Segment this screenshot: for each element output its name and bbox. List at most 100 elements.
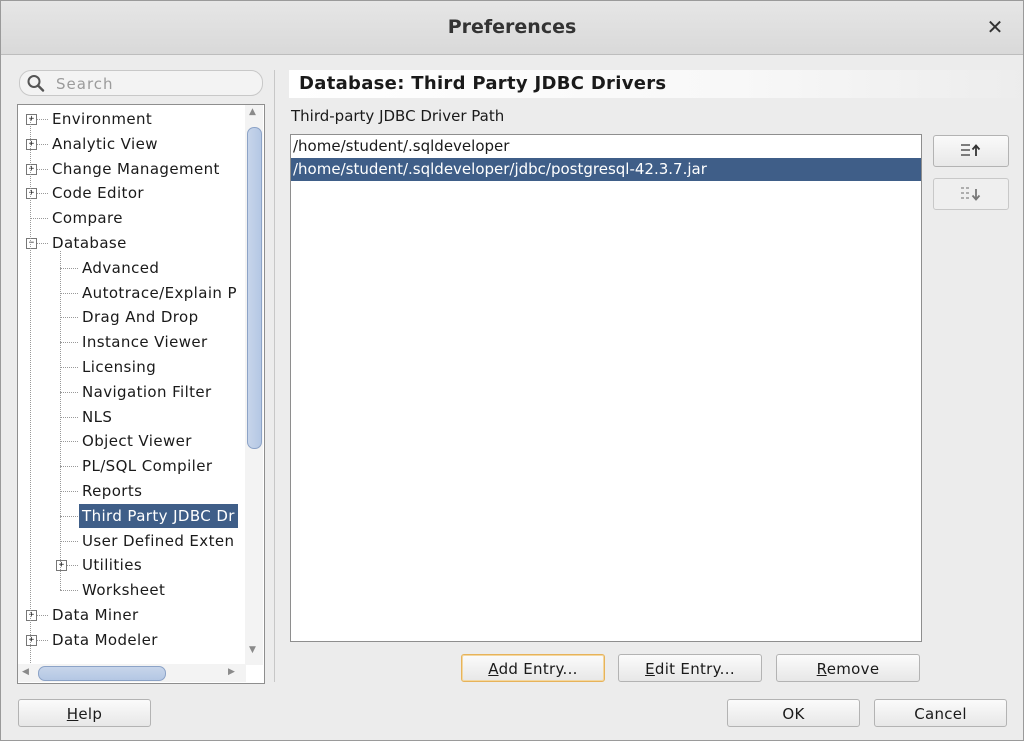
tree-connector bbox=[60, 267, 78, 269]
tree-item[interactable]: Object Viewer bbox=[79, 429, 195, 453]
list-item[interactable]: /home/student/.sqldeveloper/jdbc/postgre… bbox=[291, 158, 921, 181]
tree-item[interactable]: Licensing bbox=[79, 355, 159, 379]
tree-item[interactable]: Database bbox=[49, 231, 130, 255]
move-down-button[interactable] bbox=[933, 178, 1009, 210]
help-label: elp bbox=[78, 705, 103, 723]
tree-item-label: Code Editor bbox=[52, 184, 144, 203]
tree-connector bbox=[60, 590, 78, 592]
tree-guide-line bbox=[60, 251, 61, 591]
tree-horizontal-scrollbar[interactable]: ◀ ▶ bbox=[18, 664, 246, 682]
add-entry-label: dd Entry... bbox=[498, 660, 578, 678]
search-box[interactable] bbox=[19, 70, 263, 96]
tree-item[interactable]: Navigation Filter bbox=[79, 380, 215, 404]
tree-item[interactable]: Worksheet bbox=[79, 578, 168, 602]
expand-icon[interactable]: + bbox=[26, 634, 37, 646]
tree-item-label: Autotrace/Explain P bbox=[82, 283, 237, 302]
tree-item[interactable]: Autotrace/Explain P bbox=[79, 281, 240, 305]
tree-item[interactable]: Third Party JDBC Dr bbox=[79, 503, 238, 528]
move-up-icon bbox=[961, 144, 981, 156]
remove-mnemonic: R bbox=[816, 660, 827, 678]
expand-icon[interactable]: + bbox=[26, 163, 37, 175]
tree-item-label: Reports bbox=[82, 482, 143, 500]
page-title: Database: Third Party JDBC Drivers bbox=[289, 70, 1023, 98]
add-entry-mnemonic: A bbox=[488, 660, 499, 678]
ok-button[interactable]: OK bbox=[727, 699, 860, 727]
tree-item-label: NLS bbox=[82, 407, 113, 426]
tree-item[interactable]: Compare bbox=[49, 206, 126, 230]
search-icon bbox=[27, 75, 45, 92]
tree-item[interactable]: Data Modeler bbox=[49, 628, 161, 652]
tree-item-label: Database bbox=[52, 234, 127, 252]
tree-connector bbox=[60, 466, 78, 468]
tree-connector bbox=[60, 491, 78, 492]
preferences-tree[interactable]: Environment + Analytic View + Change Managem… bbox=[17, 104, 265, 684]
tree-item-label: Licensing bbox=[82, 358, 157, 376]
tree-connector bbox=[60, 292, 78, 294]
tree-item-label: Worksheet bbox=[82, 581, 166, 600]
tree-connector bbox=[60, 391, 78, 393]
tree-item[interactable]: Analytic View bbox=[49, 132, 161, 156]
driver-path-entries: /home/student/.sqldeveloper/home/student… bbox=[291, 135, 921, 181]
title-bar[interactable]: Preferences ✕ bbox=[1, 1, 1023, 55]
remove-button[interactable]: Remove bbox=[776, 654, 920, 682]
expand-icon[interactable]: + bbox=[56, 560, 67, 572]
edit-entry-mnemonic: E bbox=[645, 660, 655, 678]
tree-item-label: Navigation Filter bbox=[82, 382, 212, 401]
expand-icon[interactable]: + bbox=[26, 188, 37, 200]
tree-item[interactable]: Code Editor bbox=[49, 181, 147, 205]
tree-vertical-scrollbar[interactable]: ▲ ▼ bbox=[245, 105, 263, 665]
driver-path-list[interactable]: /home/student/.sqldeveloper/home/student… bbox=[290, 134, 922, 642]
add-entry-button[interactable]: Add Entry... bbox=[461, 654, 605, 682]
tree-item[interactable]: User Defined Exten bbox=[79, 529, 237, 553]
remove-label: emove bbox=[826, 660, 880, 678]
scroll-right-arrow-icon[interactable]: ▶ bbox=[228, 667, 235, 677]
tree-connector bbox=[60, 367, 78, 368]
tree-horizontal-scroll-thumb[interactable] bbox=[38, 666, 166, 681]
help-button[interactable]: Help bbox=[18, 699, 151, 727]
edit-entry-button[interactable]: Edit Entry... bbox=[618, 654, 762, 682]
tree-guide-line bbox=[30, 119, 31, 679]
list-item[interactable]: /home/student/.sqldeveloper bbox=[291, 135, 921, 158]
tree-item-label: Instance Viewer bbox=[82, 333, 208, 352]
tree-item[interactable]: Advanced bbox=[79, 256, 162, 280]
tree-item-label: Utilities bbox=[82, 556, 143, 575]
tree-item[interactable]: Reports bbox=[79, 479, 145, 503]
cancel-button[interactable]: Cancel bbox=[874, 699, 1007, 727]
tree-item[interactable]: Utilities bbox=[79, 553, 145, 577]
collapse-icon[interactable]: − bbox=[26, 238, 37, 249]
tree-item[interactable]: PL/SQL Compiler bbox=[79, 454, 215, 478]
scroll-up-arrow-icon[interactable]: ▲ bbox=[249, 107, 256, 117]
tree-item-label: User Defined Exten bbox=[82, 531, 235, 550]
tree-item-label: Object Viewer bbox=[82, 432, 192, 451]
move-down-icon bbox=[961, 187, 981, 201]
window-title: Preferences bbox=[447, 16, 577, 38]
tree-item[interactable]: Instance Viewer bbox=[79, 330, 211, 354]
tree-vertical-scroll-thumb[interactable] bbox=[247, 127, 262, 449]
tree-item[interactable]: Drag And Drop bbox=[79, 305, 202, 329]
tree-item-label: Third Party JDBC Dr bbox=[79, 503, 238, 528]
edit-entry-label: dit Entry... bbox=[654, 660, 735, 678]
tree-connector bbox=[60, 317, 78, 319]
panel-splitter[interactable] bbox=[274, 70, 275, 682]
tree-item[interactable]: Environment bbox=[49, 107, 155, 131]
tree-item-label: Environment bbox=[52, 110, 153, 128]
move-up-button[interactable] bbox=[933, 135, 1009, 167]
tree-item-label: Analytic View bbox=[52, 134, 158, 153]
scroll-down-arrow-icon[interactable]: ▼ bbox=[249, 645, 256, 655]
tree-item[interactable]: NLS bbox=[79, 405, 115, 429]
tree-connector bbox=[60, 515, 78, 517]
expand-icon[interactable]: + bbox=[26, 610, 37, 621]
close-icon[interactable]: ✕ bbox=[985, 15, 1005, 39]
tree-item[interactable]: Change Management P bbox=[49, 157, 225, 181]
driver-path-label: Third-party JDBC Driver Path bbox=[291, 107, 505, 125]
tree-item-label: PL/SQL Compiler bbox=[82, 457, 213, 476]
expand-icon[interactable]: + bbox=[26, 114, 37, 125]
scroll-left-arrow-icon[interactable]: ◀ bbox=[22, 667, 29, 677]
tree-connector bbox=[60, 416, 78, 418]
search-input[interactable] bbox=[54, 73, 258, 94]
tree-connector bbox=[30, 218, 48, 220]
expand-icon[interactable]: + bbox=[26, 138, 37, 150]
tree-connector bbox=[60, 342, 78, 344]
tree-item[interactable]: Data Miner bbox=[49, 603, 142, 627]
tree-item-label: Drag And Drop bbox=[82, 308, 199, 327]
